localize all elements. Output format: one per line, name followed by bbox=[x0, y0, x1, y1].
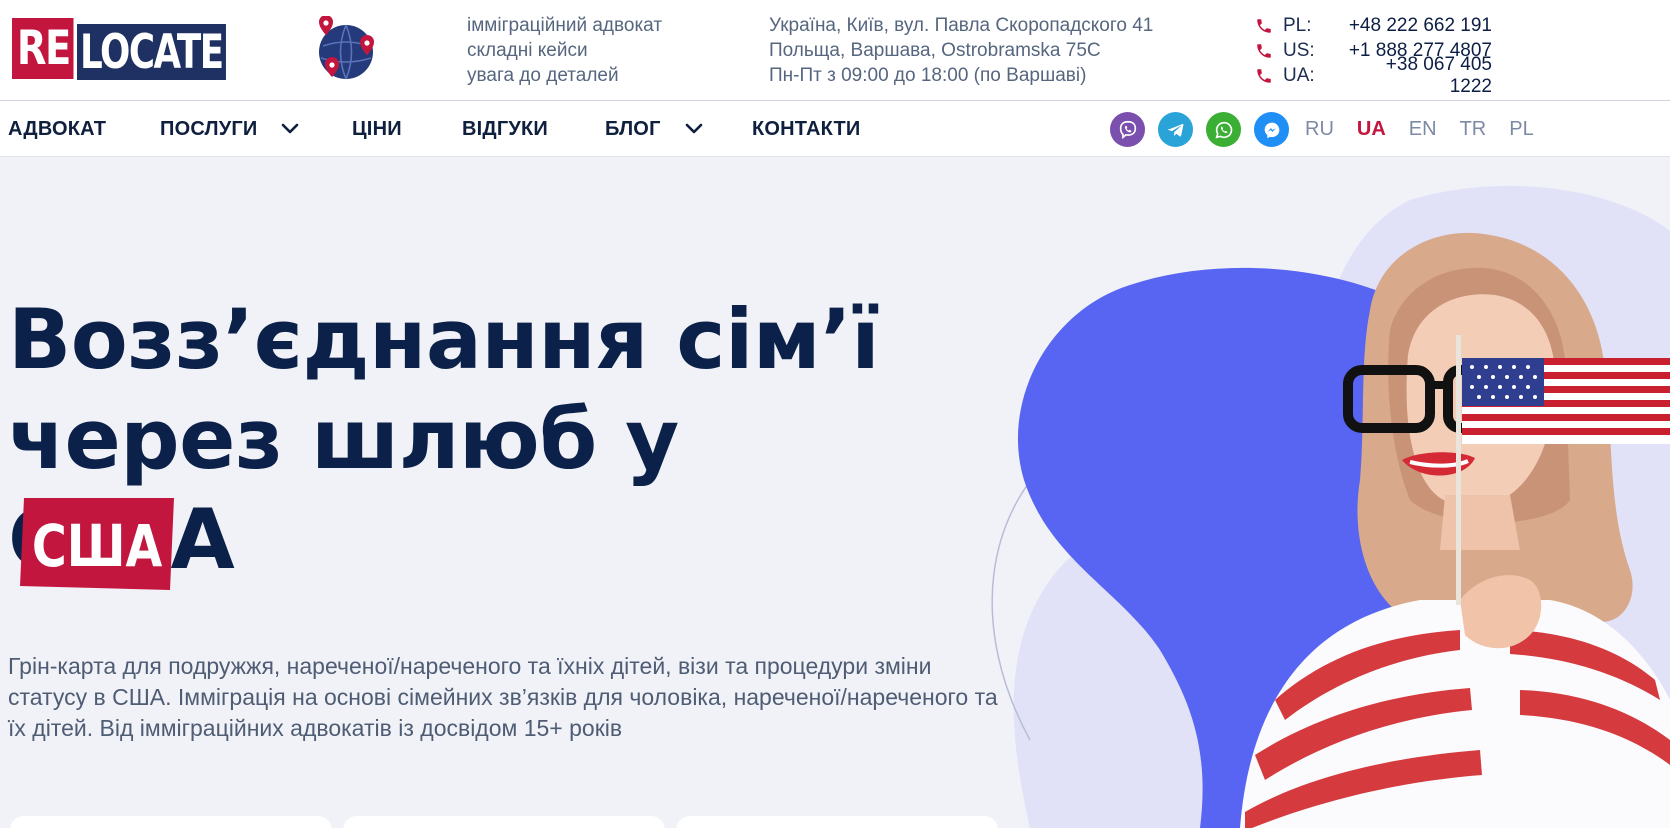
nav-item-label: ПОСЛУГИ bbox=[160, 117, 258, 140]
address-line: Польща, Варшава, Ostrobramska 75C bbox=[769, 40, 1101, 61]
tagline: імміграційний адвокат складні кейси уваг… bbox=[467, 13, 662, 88]
whatsapp-icon[interactable] bbox=[1206, 112, 1241, 147]
nav-item-services[interactable]: ПОСЛУГИ bbox=[160, 101, 299, 157]
phone-icon bbox=[1257, 18, 1271, 33]
globe-icon bbox=[319, 16, 374, 80]
nav-item-prices[interactable]: ЦІНИ bbox=[352, 101, 402, 157]
nav-item-label: БЛОГ bbox=[605, 117, 661, 140]
phone-country-label: US: bbox=[1283, 39, 1315, 61]
nav-item-contacts[interactable]: КОНТАКТИ bbox=[752, 101, 861, 157]
nav-item-label: КОНТАКТИ bbox=[752, 117, 861, 140]
nav-item-blog[interactable]: БЛОГ bbox=[605, 101, 703, 157]
hero-description: Грін-карта для подружжя, нареченої/нареч… bbox=[8, 653, 998, 741]
phone-list: PL: +48 222 662 191 US: +1 888 277 4807 … bbox=[1255, 13, 1492, 97]
tagline-line: імміграційний адвокат bbox=[467, 15, 663, 36]
phone-icon bbox=[1257, 43, 1271, 58]
nav-item-lawyer[interactable]: АДВОКАТ bbox=[8, 101, 106, 157]
phone-row-pl[interactable]: PL: +48 222 662 191 bbox=[1255, 13, 1492, 38]
chevron-down-icon[interactable] bbox=[685, 123, 703, 135]
phone-icon bbox=[1257, 68, 1271, 83]
lang-ru[interactable]: RU bbox=[1305, 118, 1334, 141]
main-nav: АДВОКАТ ПОСЛУГИ ЦІНИ ВІДГУКИ БЛОГ КОНТАК… bbox=[0, 101, 1670, 157]
working-hours: Пн-Пт з 09:00 до 18:00 (по Варшаві) bbox=[769, 65, 1087, 86]
tagline-line: увага до деталей bbox=[467, 65, 619, 86]
language-switcher: RU UA EN TR PL bbox=[1305, 101, 1557, 157]
logo-locate: LOCATE bbox=[77, 24, 226, 80]
phone-number[interactable]: +48 222 662 191 bbox=[1340, 15, 1492, 37]
telegram-icon[interactable] bbox=[1158, 112, 1193, 147]
nav-item-label: ЦІНИ bbox=[352, 117, 402, 140]
feature-card[interactable] bbox=[10, 816, 332, 828]
tagline-line: складні кейси bbox=[467, 40, 588, 61]
logo[interactable]: RE LOCATE bbox=[12, 18, 273, 80]
lang-en[interactable]: EN bbox=[1409, 118, 1437, 141]
phone-row-ua[interactable]: UA: +38 067 405 1222 bbox=[1255, 54, 1492, 97]
neck bbox=[1440, 495, 1520, 550]
logo-re: RE bbox=[12, 18, 74, 79]
lang-pl[interactable]: PL bbox=[1509, 118, 1533, 141]
badge-label: США bbox=[32, 512, 162, 580]
phone-number[interactable]: +38 067 405 1222 bbox=[1340, 54, 1492, 98]
office-address: Україна, Київ, вул. Павла Скоропадского … bbox=[769, 13, 1153, 88]
top-header: RE LOCATE імміграційний адвокат складні … bbox=[0, 0, 1670, 101]
page-title-line: Возз’єднання сім’ї bbox=[8, 291, 880, 388]
nav-item-reviews[interactable]: ВІДГУКИ bbox=[462, 101, 548, 157]
phone-country-label: UA: bbox=[1283, 64, 1315, 86]
flag-stick bbox=[1456, 335, 1461, 605]
viber-icon[interactable] bbox=[1110, 112, 1145, 147]
messenger-icon[interactable] bbox=[1254, 112, 1289, 147]
social-links bbox=[1110, 112, 1289, 147]
nav-item-label: ВІДГУКИ bbox=[462, 117, 549, 140]
feature-card[interactable] bbox=[343, 816, 665, 828]
phone-country-label: PL: bbox=[1283, 14, 1312, 36]
lang-tr[interactable]: TR bbox=[1460, 118, 1487, 141]
us-flag-icon bbox=[1462, 358, 1670, 444]
hero-illustration bbox=[991, 185, 1670, 828]
nav-item-label: АДВОКАТ bbox=[8, 117, 107, 140]
feature-card[interactable] bbox=[676, 816, 998, 828]
address-line: Україна, Київ, вул. Павла Скоропадского … bbox=[769, 15, 1154, 36]
usa-badge: США bbox=[20, 498, 174, 590]
chevron-down-icon[interactable] bbox=[281, 123, 299, 135]
lang-ua[interactable]: UA bbox=[1357, 118, 1386, 141]
